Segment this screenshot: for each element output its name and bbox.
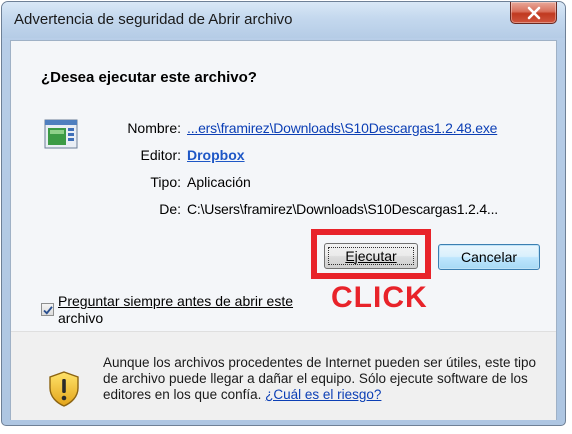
window-title: Advertencia de seguridad de Abrir archiv… — [14, 11, 293, 28]
type-value: Aplicación — [187, 174, 251, 190]
risk-link[interactable]: ¿Cuál es el riesgo? — [265, 387, 381, 402]
cancel-button[interactable]: Cancelar — [438, 244, 540, 270]
type-row: Tipo: Aplicación — [11, 174, 556, 192]
file-name-link[interactable]: ...ers\framirez\Downloads\S10Descargas1.… — [187, 120, 497, 136]
dialog-body: ¿Desea ejecutar este archivo? Nombre: ..… — [10, 40, 557, 420]
publisher-link[interactable]: Dropbox — [187, 147, 245, 163]
type-label: Tipo: — [150, 174, 181, 190]
name-row: Nombre: ...ers\framirez\Downloads\S10Des… — [11, 120, 556, 138]
click-annotation: CLICK — [331, 281, 428, 314]
name-label: Nombre: — [127, 120, 181, 136]
warning-footer: Aunque los archivos procedentes de Inter… — [11, 331, 556, 420]
ask-always-label[interactable]: Preguntar siempre antes de abrir este ar… — [58, 293, 318, 327]
publisher-row: Editor: Dropbox — [11, 147, 556, 165]
publisher-label: Editor: — [140, 147, 181, 163]
warning-shield-icon — [49, 371, 79, 407]
checkmark-icon — [43, 306, 53, 315]
cancel-button-label: Cancelar — [460, 249, 518, 265]
from-value: C:\Users\framirez\Downloads\S10Descargas… — [187, 201, 498, 217]
dialog-question: ¿Desea ejecutar este archivo? — [41, 69, 257, 86]
close-button[interactable] — [510, 2, 557, 24]
close-icon — [527, 6, 541, 20]
from-row: De: C:\Users\framirez\Downloads\S10Desca… — [11, 201, 556, 219]
ask-always-checkbox[interactable] — [41, 303, 54, 316]
warning-text: Aunque los archivos procedentes de Inter… — [103, 355, 543, 403]
ask-always-label-line2: archivo — [58, 310, 104, 326]
run-button-highlight — [311, 229, 431, 279]
from-label: De: — [159, 201, 181, 217]
ask-always-label-line1: Preguntar siempre antes de abrir este — [58, 293, 294, 309]
security-warning-dialog: Advertencia de seguridad de Abrir archiv… — [1, 1, 566, 426]
title-bar[interactable]: Advertencia de seguridad de Abrir archiv… — [2, 2, 565, 38]
